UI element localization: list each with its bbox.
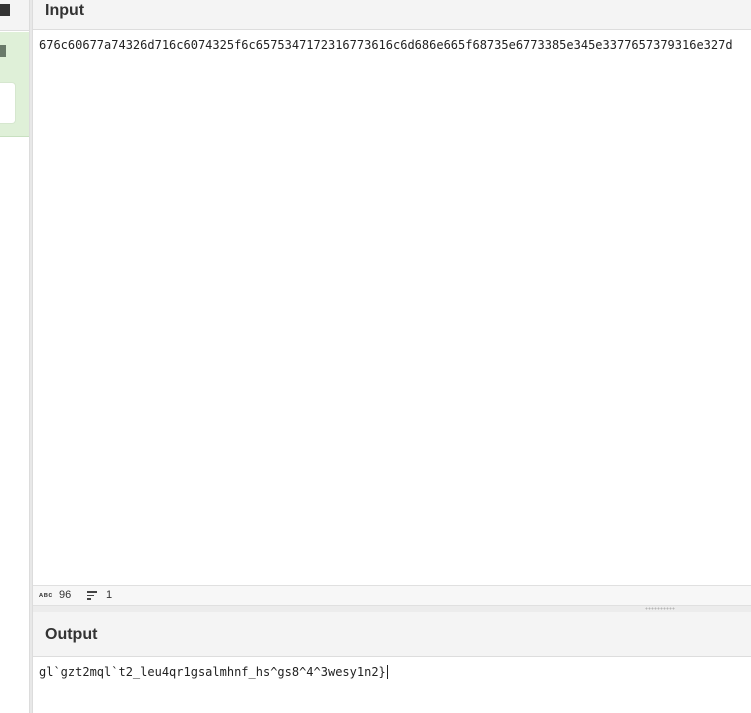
output-text-line[interactable]: gl`gzt2mql`t2_leu4qr1gsalmhnf_hs^gs8^4^3…: [39, 665, 388, 679]
input-header: Input: [33, 0, 751, 30]
grip-icon[interactable]: [645, 607, 675, 610]
operation-argument-field[interactable]: [0, 82, 16, 124]
app-window: Input 676c60677a74326d716c6074325f6c6575…: [0, 0, 751, 713]
text-caret: [386, 665, 388, 679]
output-title: Output: [45, 626, 98, 643]
input-title: Input: [45, 2, 85, 19]
input-line-count: 1: [106, 589, 113, 601]
pause-icon[interactable]: [0, 45, 6, 57]
input-text[interactable]: 676c60677a74326d716c6074325f6c6575347172…: [39, 38, 733, 52]
output-text: gl`gzt2mql`t2_leu4qr1gsalmhnf_hs^gs8^4^3…: [39, 665, 386, 679]
output-header: Output: [33, 612, 751, 657]
recipe-panel: [0, 0, 29, 713]
recipe-header: [0, 0, 29, 31]
output-textarea[interactable]: gl`gzt2mql`t2_leu4qr1gsalmhnf_hs^gs8^4^3…: [33, 657, 751, 713]
input-length: 96: [59, 589, 72, 601]
recipe-menu-icon[interactable]: [0, 4, 10, 16]
input-status-bar: ᴀʙᴄ 96 1: [33, 585, 751, 606]
input-textarea[interactable]: 676c60677a74326d716c6074325f6c6575347172…: [33, 30, 751, 585]
abc-icon: ᴀʙᴄ: [39, 592, 53, 599]
lines-icon: [87, 591, 99, 600]
recipe-operation[interactable]: [0, 32, 29, 137]
